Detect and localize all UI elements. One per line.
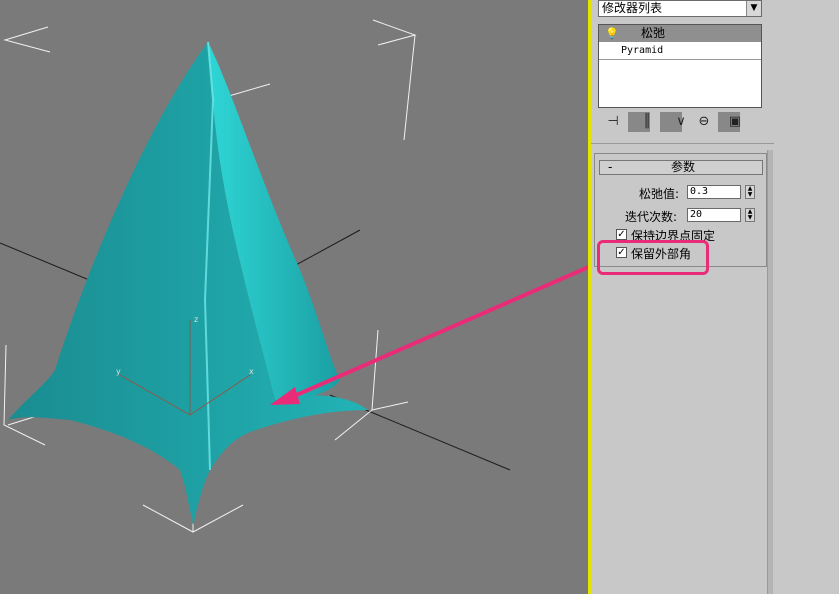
panel-scrollbar[interactable] — [767, 150, 773, 594]
keep-boundary-checkbox[interactable]: ✓ — [616, 229, 627, 240]
relax-value-spinner[interactable]: ▲ ▼ — [745, 185, 755, 199]
iterations-input[interactable]: 20 — [687, 208, 741, 222]
pin-stack-icon[interactable]: ⊣ — [602, 112, 624, 132]
panel-right-strip — [774, 0, 839, 594]
stack-item-label: 松弛 — [641, 26, 666, 40]
axis-y-label: y — [116, 367, 121, 376]
modify-panel: 修改器列表 ▼ 💡 松弛 Pyramid ⊣ ║ ∨ ⊖ ▣ - 参数 松弛值:… — [591, 0, 839, 594]
relax-value-label: 松弛值: — [639, 187, 680, 201]
stack-toolbar: ⊣ ║ ∨ ⊖ ▣ — [598, 112, 762, 134]
highlight-annotation-box — [597, 240, 709, 275]
pyramid-body — [8, 42, 368, 525]
axis-z-label: z — [194, 315, 198, 324]
collapse-icon: - — [608, 160, 613, 174]
make-unique-icon[interactable]: ∨ — [670, 112, 692, 132]
rollout-title: 参数 — [671, 160, 696, 174]
relax-value-input[interactable]: 0.3 — [687, 185, 741, 199]
configure-modifier-sets-icon[interactable]: ▣ — [724, 112, 746, 132]
show-end-result-icon[interactable]: ║ — [636, 112, 658, 132]
iterations-spinner[interactable]: ▲ ▼ — [745, 208, 755, 222]
lightbulb-icon[interactable]: 💡 — [605, 25, 619, 42]
iterations-label: 迭代次数: — [625, 210, 678, 224]
modifier-stack[interactable]: 💡 松弛 Pyramid — [598, 24, 762, 108]
axis-x-label: x — [249, 367, 254, 376]
rollout-header[interactable]: - 参数 — [599, 160, 763, 175]
stack-item-relax[interactable]: 💡 松弛 — [599, 25, 761, 43]
modifier-list-label: 修改器列表 — [602, 1, 663, 15]
modifier-list-dropdown[interactable]: 修改器列表 ▼ — [598, 0, 762, 17]
perspective-viewport[interactable]: z y x — [0, 0, 588, 594]
stack-item-pyramid[interactable]: Pyramid — [599, 43, 761, 60]
dropdown-arrow-icon[interactable]: ▼ — [746, 1, 761, 16]
stack-item-label: Pyramid — [621, 45, 664, 56]
remove-modifier-icon[interactable]: ⊖ — [693, 112, 715, 132]
viewport-scene: z y x — [0, 19, 588, 533]
